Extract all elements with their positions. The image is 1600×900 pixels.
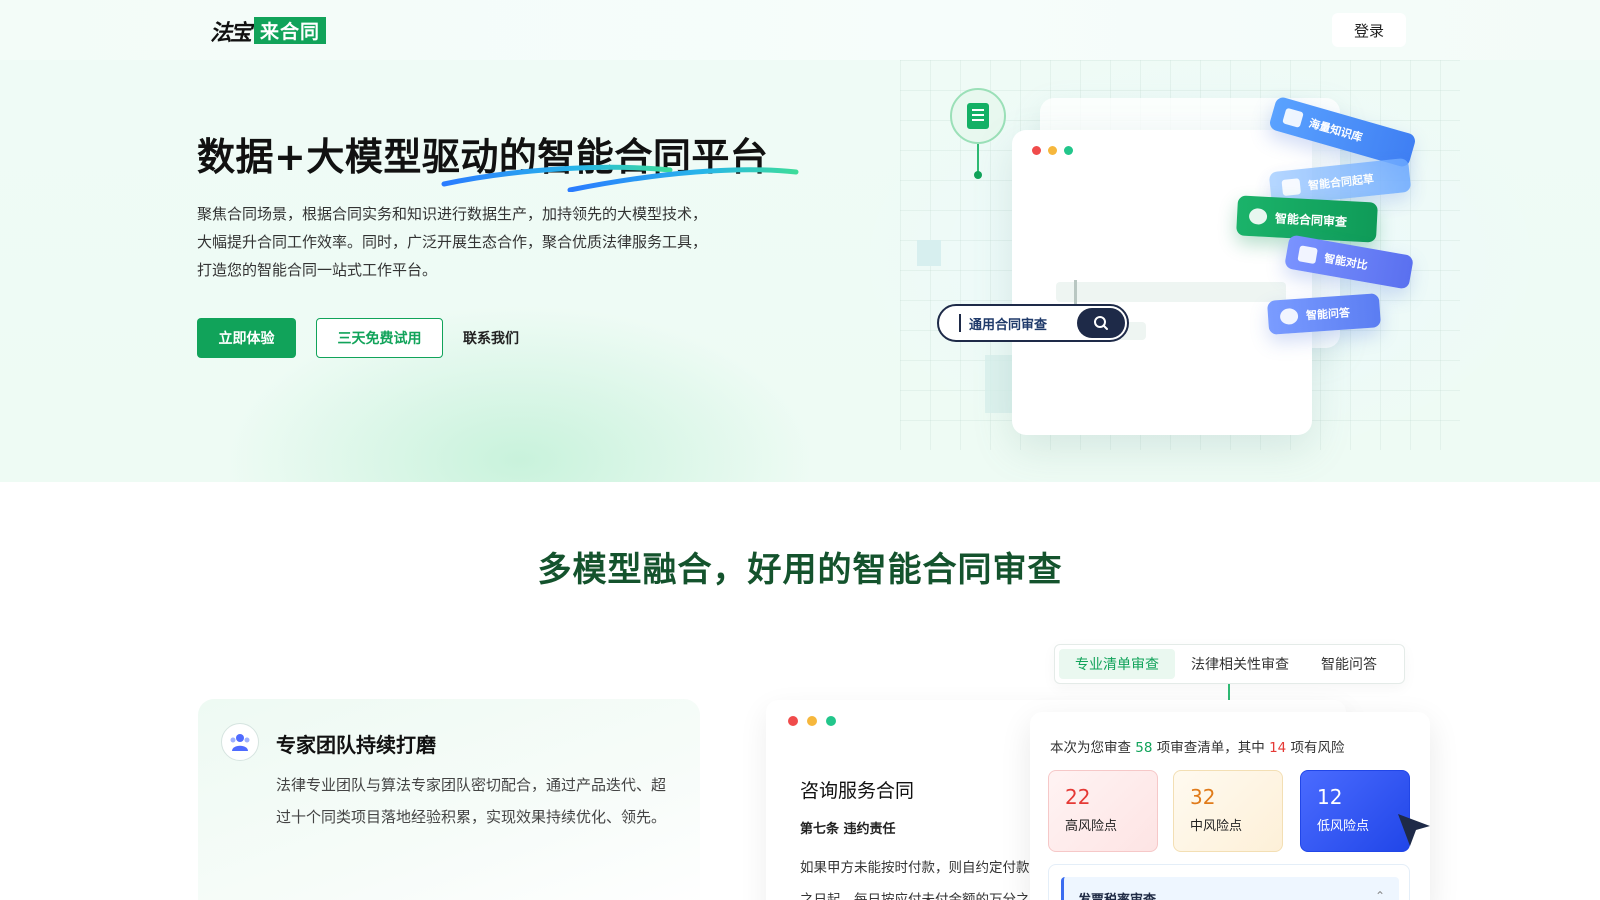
illustration-search-box: 通用合同审查: [937, 304, 1129, 342]
chip-contract-review: 智能合同审查: [1236, 195, 1378, 243]
free-trial-button[interactable]: 三天免费试用: [316, 318, 443, 358]
low-risk-label: 低风险点: [1317, 819, 1370, 834]
medium-risk-label: 中风险点: [1190, 819, 1243, 834]
compare-icon: [1297, 245, 1318, 265]
title-underline-swoosh: [441, 164, 799, 192]
review-tabs: 专业清单审查 法律相关性审查 智能问答: [1054, 644, 1405, 684]
review-icon: [1248, 207, 1268, 225]
window-dots: [1032, 146, 1073, 155]
hero-section: 数据+大模型驱动的智能合同平台 聚焦合同场景，根据合同实务和知识进行数据生产，加…: [0, 60, 1600, 482]
text-caret: [959, 314, 961, 332]
hero-description: 聚焦合同场景，根据合同实务和知识进行数据生产，加持领先的大模型技术，大幅提升合同…: [197, 205, 708, 279]
search-icon: [1077, 308, 1125, 338]
pin-dot: [974, 171, 982, 179]
contract-title: 咨询服务合同: [800, 780, 915, 802]
tab-legal-relevance-review[interactable]: 法律相关性审查: [1175, 649, 1305, 679]
feature-description: 法律专业团队与算法专家团队密切配合，通过产品迭代、超过十个同类项目落地经验积累，…: [276, 776, 667, 826]
tab-checklist-review[interactable]: 专业清单审查: [1059, 649, 1175, 679]
edit-icon: [1281, 178, 1302, 197]
invoice-tax-review-label: 发票税率审查: [1078, 889, 1156, 900]
document-pin-icon: [950, 88, 1006, 144]
logo-script: 法宝: [210, 19, 252, 46]
low-risk-card[interactable]: 12 低风险点: [1300, 770, 1410, 852]
feature-card: 专家团队持续打磨 法律专业团队与算法专家团队密切配合，通过产品迭代、超过十个同类…: [198, 699, 700, 900]
mouse-cursor-icon: [1398, 814, 1430, 846]
try-now-button[interactable]: 立即体验: [197, 318, 296, 358]
book-icon: [1282, 107, 1304, 128]
logo[interactable]: 法宝 来合同: [210, 17, 327, 46]
chevron-up-icon: ⌃: [1374, 889, 1385, 900]
risk-summary-text: 本次为您审查 58 项审查清单，其中 14 项有风险: [1050, 740, 1345, 756]
medium-risk-count: 32: [1190, 785, 1216, 809]
team-icon: [221, 723, 259, 761]
search-text: 通用合同审查: [969, 317, 1048, 333]
high-risk-card[interactable]: 22 高风险点: [1048, 770, 1158, 852]
invoice-tax-review-item[interactable]: 发票税率审查 ⌃: [1048, 864, 1410, 900]
risk-summary-panel: 本次为您审查 58 项审查清单，其中 14 项有风险 22 高风险点 32 中风…: [1030, 712, 1430, 900]
tab-smart-qa[interactable]: 智能问答: [1305, 649, 1393, 679]
contract-clause-text: 如果甲方未能按时付款，则自约定付款 之日起，每日按应付未付金额的万分之: [800, 860, 1030, 900]
window-dots: [788, 716, 836, 726]
low-risk-count: 12: [1317, 785, 1343, 809]
illustration-window: [1012, 130, 1312, 435]
pin-line: [977, 144, 979, 174]
decor-square: [917, 240, 941, 266]
contact-us-link[interactable]: 联系我们: [463, 318, 519, 358]
login-button[interactable]: 登录: [1332, 13, 1406, 47]
placeholder-bar: [1056, 282, 1286, 302]
feature-title: 专家团队持续打磨: [276, 733, 436, 757]
top-navbar: 法宝 来合同 登录: [0, 0, 1600, 60]
high-risk-label: 高风险点: [1065, 819, 1118, 834]
high-risk-count: 22: [1065, 785, 1091, 809]
logo-box: 来合同: [254, 17, 327, 44]
section-title: 多模型融合，好用的智能合同审查: [537, 550, 1063, 590]
question-icon: [1279, 307, 1299, 326]
contract-clause-heading: 第七条 违约责任: [800, 822, 896, 837]
medium-risk-card[interactable]: 32 中风险点: [1173, 770, 1283, 852]
